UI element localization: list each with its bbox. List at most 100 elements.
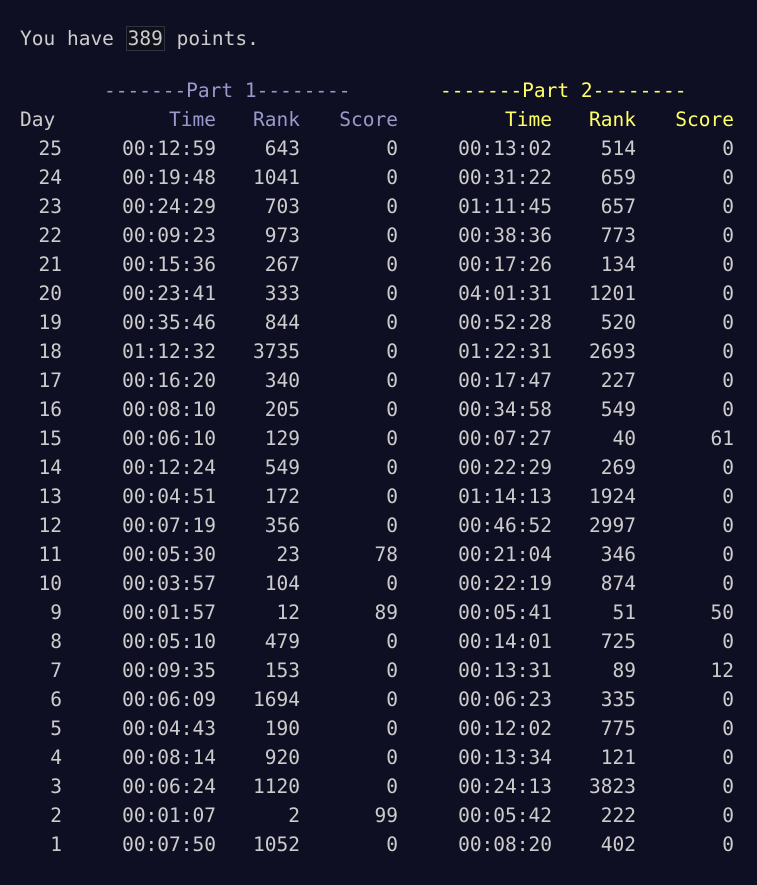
part2-rank-cell: 1924 — [589, 485, 636, 508]
part1-rank-cell: 549 — [264, 456, 300, 479]
part1-rank-cell: 3735 — [253, 340, 300, 363]
part1-score-cell: 0 — [386, 485, 398, 508]
part1-rank-cell: 23 — [276, 543, 300, 566]
part2-rank-cell: 775 — [600, 717, 636, 740]
part1-time-cell: 00:23:41 — [122, 282, 216, 305]
table-row: 14 00:12:24 549 0 00:22:29 269 0 — [0, 453, 757, 482]
table-row: 23 00:24:29 703 0 01:11:45 657 0 — [0, 192, 757, 221]
part2-rank-cell: 269 — [600, 456, 636, 479]
part2-rank-cell: 514 — [600, 137, 636, 160]
header-p2-rank: Rank — [589, 108, 636, 131]
part1-score-cell: 0 — [386, 630, 398, 653]
part2-rank-cell: 549 — [600, 398, 636, 421]
part2-score-cell: 0 — [722, 195, 734, 218]
table-row: 15 00:06:10 129 0 00:07:27 40 61 — [0, 424, 757, 453]
part2-time-cell: 00:05:42 — [458, 804, 552, 827]
part1-time-cell: 00:03:57 — [122, 572, 216, 595]
table-row: 21 00:15:36 267 0 00:17:26 134 0 — [0, 250, 757, 279]
table-row: 20 00:23:41 333 0 04:01:31 1201 0 — [0, 279, 757, 308]
part2-time-cell: 00:38:36 — [458, 224, 552, 247]
part1-time-cell: 00:08:14 — [122, 746, 216, 769]
part1-score-cell: 0 — [386, 456, 398, 479]
part1-rank-cell: 190 — [264, 717, 300, 740]
part2-score-cell: 12 — [710, 659, 734, 682]
part1-banner: -------Part 1-------- — [104, 79, 351, 102]
part2-score-cell: 0 — [722, 456, 734, 479]
table-row: 3 00:06:24 1120 0 00:24:13 3823 0 — [0, 772, 757, 801]
table-row: 16 00:08:10 205 0 00:34:58 549 0 — [0, 395, 757, 424]
header-p1-score: Score — [339, 108, 398, 131]
part1-time-cell: 00:12:24 — [122, 456, 216, 479]
part2-rank-cell: 40 — [612, 427, 636, 450]
header-p1-time: Time — [169, 108, 216, 131]
header-p2-time: Time — [505, 108, 552, 131]
part2-time-cell: 01:22:31 — [458, 340, 552, 363]
day-cell: 14 — [38, 456, 62, 479]
part2-time-cell: 00:24:13 — [458, 775, 552, 798]
day-cell: 15 — [38, 427, 62, 450]
points-value: 389 — [125, 26, 165, 51]
part2-time-cell: 00:05:41 — [458, 601, 552, 624]
part2-score-cell: 50 — [710, 601, 734, 624]
results-table: 25 00:12:59 643 0 00:13:02 514 0 24 00:19:48 1041… — [0, 134, 757, 859]
part1-score-cell: 0 — [386, 137, 398, 160]
part2-score-cell: 0 — [722, 514, 734, 537]
header-p2-score: Score — [675, 108, 734, 131]
day-cell: 20 — [38, 282, 62, 305]
part1-rank-cell: 703 — [264, 195, 300, 218]
part1-rank-cell: 844 — [264, 311, 300, 334]
part2-score-cell: 0 — [722, 804, 734, 827]
part2-time-cell: 04:01:31 — [458, 282, 552, 305]
part1-time-cell: 00:19:48 — [122, 166, 216, 189]
part2-time-cell: 00:22:29 — [458, 456, 552, 479]
part2-time-cell: 00:14:01 — [458, 630, 552, 653]
part2-rank-cell: 520 — [600, 311, 636, 334]
day-cell: 11 — [38, 543, 62, 566]
part2-rank-cell: 2693 — [589, 340, 636, 363]
part1-rank-cell: 153 — [264, 659, 300, 682]
part2-time-cell: 00:34:58 — [458, 398, 552, 421]
part2-score-cell: 0 — [722, 572, 734, 595]
part1-time-cell: 00:06:24 — [122, 775, 216, 798]
table-row: 4 00:08:14 920 0 00:13:34 121 0 — [0, 743, 757, 772]
part2-score-cell: 0 — [722, 137, 734, 160]
points-summary: You have 389 points. — [20, 24, 259, 53]
part2-score-cell: 61 — [710, 427, 734, 450]
part2-rank-cell: 773 — [600, 224, 636, 247]
day-cell: 23 — [38, 195, 62, 218]
part1-time-cell: 00:04:43 — [122, 717, 216, 740]
part1-time-cell: 00:04:51 — [122, 485, 216, 508]
part1-time-cell: 01:12:32 — [122, 340, 216, 363]
part2-time-cell: 00:12:02 — [458, 717, 552, 740]
day-cell: 12 — [38, 514, 62, 537]
part1-score-cell: 0 — [386, 340, 398, 363]
part1-time-cell: 00:16:20 — [122, 369, 216, 392]
part1-time-cell: 00:06:10 — [122, 427, 216, 450]
part1-rank-cell: 356 — [264, 514, 300, 537]
points-suffix: points. — [164, 27, 259, 50]
part2-banner: -------Part 2-------- — [440, 79, 687, 102]
part1-time-cell: 00:09:35 — [122, 659, 216, 682]
part2-time-cell: 00:46:52 — [458, 514, 552, 537]
part1-score-cell: 0 — [386, 166, 398, 189]
part2-time-cell: 01:14:13 — [458, 485, 552, 508]
part2-score-cell: 0 — [722, 340, 734, 363]
part1-time-cell: 00:01:07 — [122, 804, 216, 827]
part2-time-cell: 00:13:31 — [458, 659, 552, 682]
part1-score-cell: 0 — [386, 398, 398, 421]
day-cell: 8 — [50, 630, 62, 653]
part1-rank-cell: 479 — [264, 630, 300, 653]
day-cell: 10 — [38, 572, 62, 595]
part1-rank-cell: 129 — [264, 427, 300, 450]
part2-rank-cell: 222 — [600, 804, 636, 827]
part2-score-cell: 0 — [722, 630, 734, 653]
part2-time-cell: 01:11:45 — [458, 195, 552, 218]
part2-time-cell: 00:17:47 — [458, 369, 552, 392]
table-row: 18 01:12:32 3735 0 01:22:31 2693 0 — [0, 337, 757, 366]
day-cell: 7 — [50, 659, 62, 682]
day-cell: 16 — [38, 398, 62, 421]
part2-time-cell: 00:07:27 — [458, 427, 552, 450]
table-row: 5 00:04:43 190 0 00:12:02 775 0 — [0, 714, 757, 743]
part1-score-cell: 0 — [386, 224, 398, 247]
table-row: 10 00:03:57 104 0 00:22:19 874 0 — [0, 569, 757, 598]
